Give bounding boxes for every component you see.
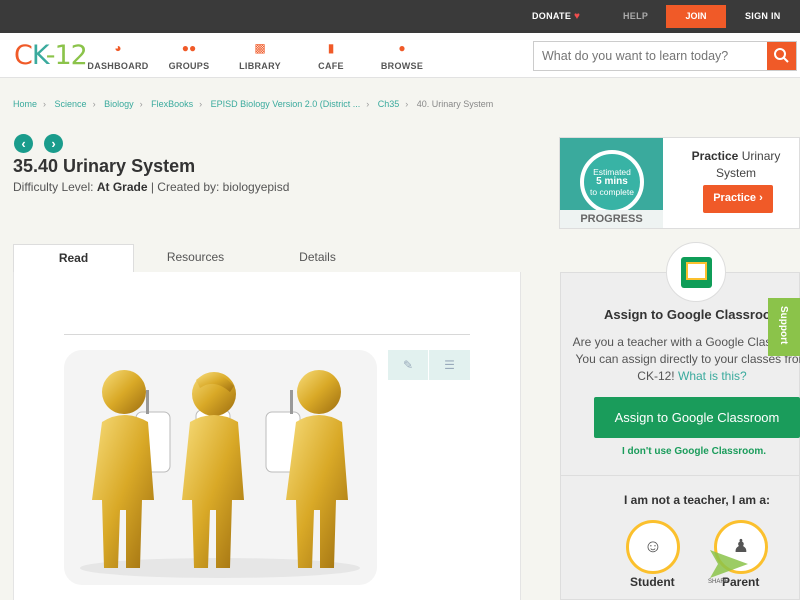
gc-divider: [560, 475, 800, 476]
nav-dashboard[interactable]: ◕ DASHBOARD: [78, 41, 158, 74]
practice-title: Practice Urinary System: [672, 148, 800, 182]
nav-groups[interactable]: ●● GROUPS: [149, 41, 229, 74]
nav-cafe[interactable]: ▮ CAFE: [291, 41, 371, 74]
progress-label: PROGRESS: [560, 210, 663, 228]
pencil-icon: ✎: [402, 358, 414, 372]
content-tabs: Read Resources Details: [13, 244, 521, 272]
search-icon: [774, 48, 789, 63]
breadcrumb-chapter[interactable]: Ch35: [378, 99, 400, 109]
notes-button[interactable]: ☰: [429, 350, 470, 380]
share-widget[interactable]: SHARE: [708, 546, 752, 590]
difficulty-value: At Grade: [96, 180, 148, 194]
browse-icon: ●: [398, 41, 406, 55]
cafe-icon: ▮: [327, 41, 335, 55]
not-teacher-label: I am not a teacher, I am a:: [624, 493, 771, 507]
urinary-illustration: [64, 350, 377, 585]
logo-k: K: [31, 40, 47, 71]
no-classroom-link[interactable]: I don't use Google Classroom.: [622, 446, 766, 457]
nav-cafe-label: CAFE: [318, 61, 344, 71]
what-is-this-link[interactable]: What is this?: [678, 369, 747, 383]
tab-details[interactable]: Details: [265, 244, 370, 272]
student-label: Student: [630, 575, 675, 589]
page-meta: Difficulty Level: At Grade | Created by:…: [13, 180, 289, 194]
pencil-button[interactable]: ✎: [388, 350, 429, 380]
breadcrumb-home[interactable]: Home: [13, 99, 37, 109]
nav-dashboard-label: DASHBOARD: [87, 61, 149, 71]
practice-title-bold: Practice: [691, 149, 739, 163]
top-bar: DONATE ♥ HELP JOIN SIGN IN: [0, 0, 800, 33]
chevron-right-icon: ›: [759, 192, 763, 204]
support-tab[interactable]: Support: [768, 298, 800, 356]
nav-library[interactable]: ▩ LIBRARY: [220, 41, 300, 74]
gc-title: Assign to Google Classroom: [604, 307, 783, 322]
heart-icon: ♥: [573, 11, 581, 22]
nav-browse-label: BROWSE: [380, 61, 424, 71]
search-input[interactable]: [534, 42, 768, 70]
classroom-icon: [681, 257, 712, 288]
breadcrumb-current: 40. Urinary System: [416, 99, 494, 109]
search-box: [533, 41, 797, 71]
figures-image: [64, 350, 377, 585]
breadcrumb-book[interactable]: EPISD Biology Version 2.0 (District ...: [211, 99, 361, 109]
nav-groups-label: GROUPS: [168, 61, 210, 71]
join-button[interactable]: JOIN: [666, 5, 726, 28]
gc-description: Are you a teacher with a Google Classroo…: [572, 334, 800, 385]
divider: [64, 334, 470, 335]
dashboard-icon: ◕: [114, 41, 122, 55]
student-icon: ☺: [643, 536, 663, 556]
breadcrumb-flexbooks[interactable]: FlexBooks: [151, 99, 193, 109]
share-label: SHARE: [708, 579, 729, 585]
nav-browse[interactable]: ● BROWSE: [362, 41, 442, 74]
help-link[interactable]: HELP: [623, 11, 648, 21]
created-by: | Created by: biologyepisd: [150, 180, 290, 194]
chevron-left-icon: ‹: [21, 136, 26, 151]
groups-icon: ●●: [181, 41, 197, 55]
practice-button[interactable]: Practice ›: [703, 185, 773, 213]
search-button[interactable]: [767, 42, 796, 70]
practice-card: Estimated 5 mins to complete PROGRESS Pr…: [559, 137, 800, 229]
nav-library-label: LIBRARY: [239, 61, 281, 71]
tab-read[interactable]: Read: [13, 244, 134, 272]
logo-c: C: [14, 40, 33, 71]
main-nav: CK-12 ◕ DASHBOARD ●● GROUPS ▩ LIBRARY ▮ …: [0, 33, 800, 78]
signin-link[interactable]: SIGN IN: [745, 11, 781, 21]
library-icon: ▩: [254, 41, 266, 55]
next-arrow-button[interactable]: ›: [44, 134, 63, 153]
estimate-mins: 5 mins: [596, 176, 628, 187]
prev-arrow-button[interactable]: ‹: [14, 134, 33, 153]
estimate-complete: to complete: [590, 187, 634, 197]
chevron-right-icon: ›: [51, 136, 56, 151]
donate-link[interactable]: DONATE ♥: [532, 11, 580, 22]
progress-tile[interactable]: Estimated 5 mins to complete PROGRESS: [560, 138, 663, 228]
google-classroom-logo: [666, 242, 726, 302]
ck12-logo[interactable]: CK-12: [14, 40, 88, 71]
page-title: 35.40 Urinary System: [13, 156, 196, 176]
breadcrumb-science[interactable]: Science: [55, 99, 87, 109]
tab-resources[interactable]: Resources: [143, 244, 248, 272]
notes-icon: ☰: [444, 358, 455, 372]
practice-button-label: Practice: [713, 192, 757, 204]
breadcrumb-biology[interactable]: Biology: [104, 99, 134, 109]
estimate-ring: Estimated 5 mins to complete: [580, 150, 644, 214]
annotation-tools: ✎ ☰: [388, 350, 470, 380]
assign-classroom-button[interactable]: Assign to Google Classroom: [594, 397, 800, 438]
student-button[interactable]: ☺: [626, 520, 680, 574]
donate-label: DONATE: [532, 11, 572, 21]
difficulty-label: Difficulty Level:: [13, 180, 94, 194]
breadcrumb: Home › Science › Biology › FlexBooks › EPISD…: [13, 99, 494, 109]
support-label: Support: [778, 306, 789, 345]
share-icon: [710, 550, 748, 578]
